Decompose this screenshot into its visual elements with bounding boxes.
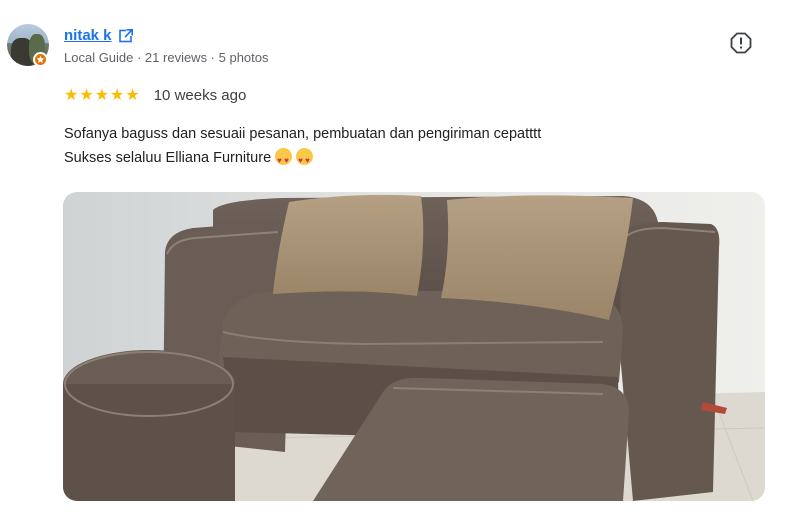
review-text-line-2: Sukses selaluu Elliana Furniture [64,146,744,173]
reviewer-name-row: nitak k [64,27,134,44]
star-icon: ★ [125,86,140,104]
star-rating: ★ ★ ★ ★ ★ [64,86,140,104]
reviewer-meta: Local Guide · 21 reviews · 5 photos [64,50,269,65]
review-text: Sofanya baguss dan sesuaii pesanan, pemb… [64,122,744,173]
star-icon: ★ [110,86,125,104]
local-guide-badge-icon [33,52,48,67]
reviewer-name-link[interactable]: nitak k [64,27,112,44]
review-text-line: Sukses selaluu Elliana Furniture [64,150,272,166]
review-text-line: Sofanya baguss dan sesuaii pesanan, pemb… [64,126,542,142]
star-icon: ★ [64,86,79,104]
review-photo[interactable] [63,192,765,501]
review-time: 10 weeks ago [153,87,247,104]
star-icon: ★ [79,86,94,104]
rating-row: ★ ★ ★ ★ ★ 10 weeks ago [64,87,246,104]
open-in-new-icon[interactable] [118,28,134,44]
report-flag-icon[interactable] [729,31,753,55]
star-struck-emoji [275,148,293,173]
star-icon: ★ [94,86,110,104]
star-struck-emoji [296,148,314,173]
